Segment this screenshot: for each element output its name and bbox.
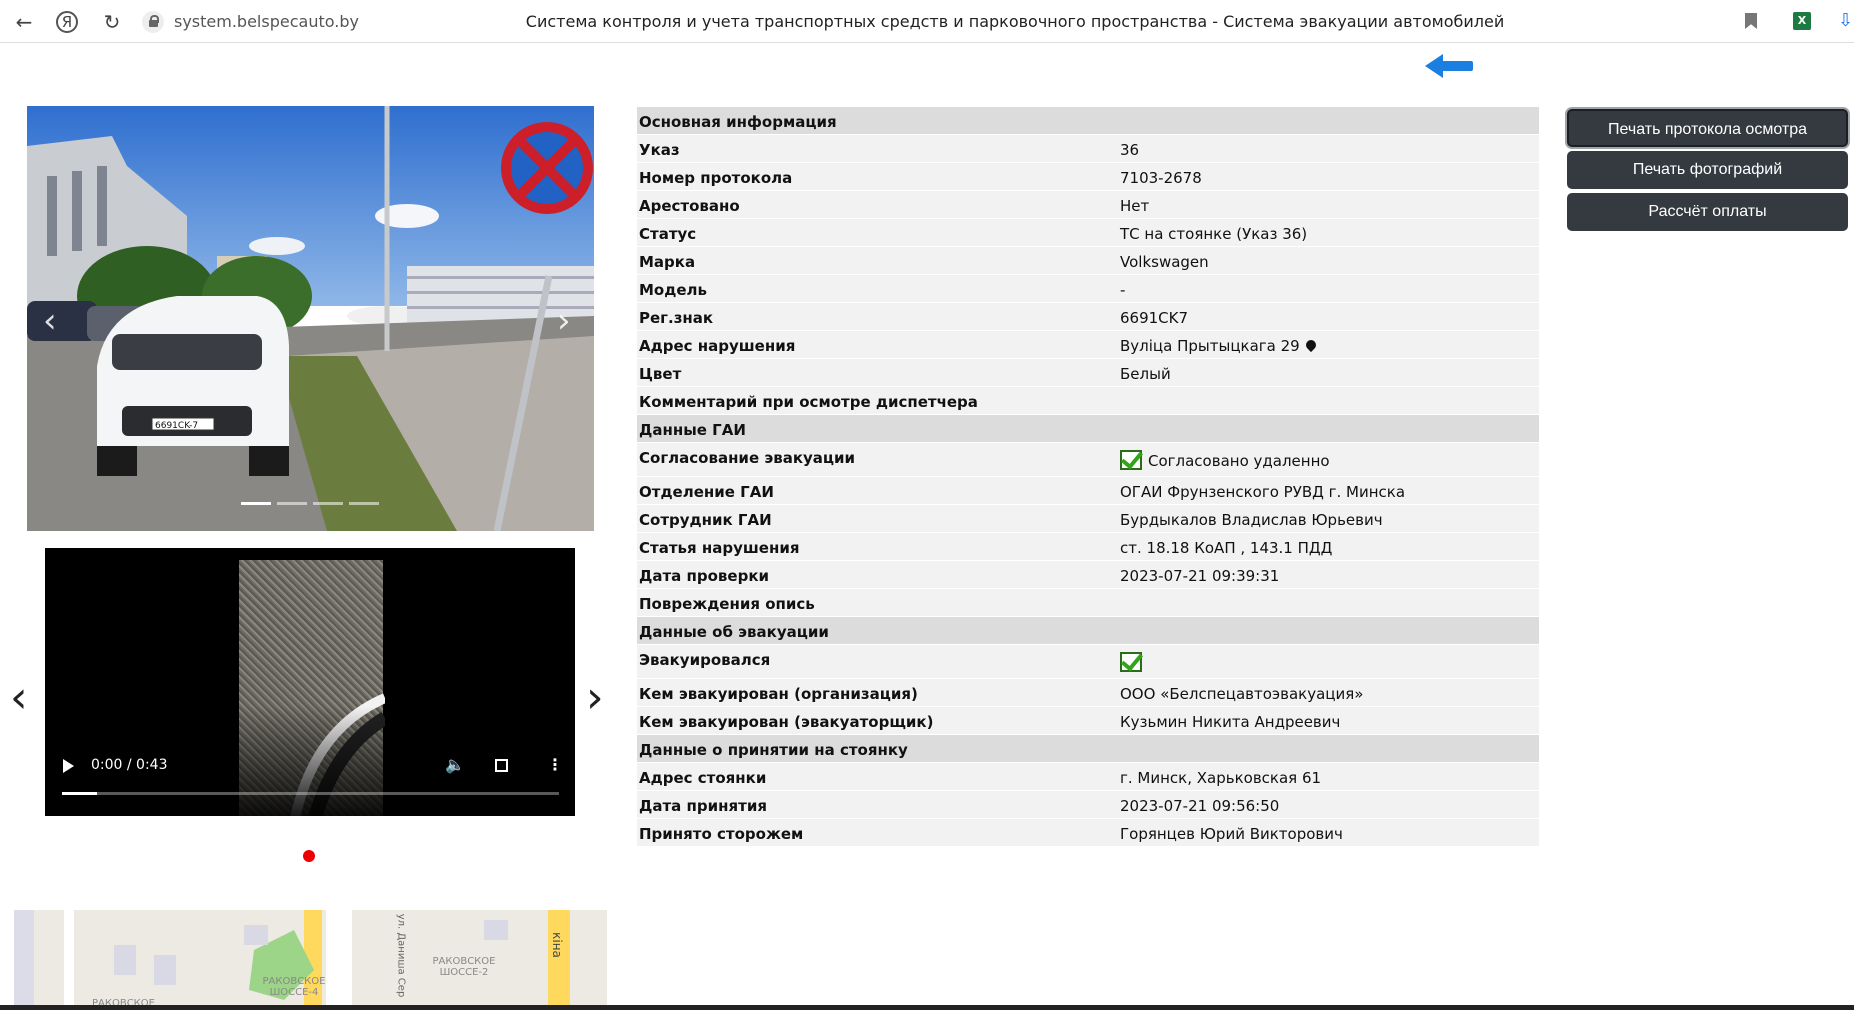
lock-icon[interactable]	[142, 11, 164, 33]
yandex-icon[interactable]: Я	[56, 11, 78, 33]
table-row: Принято сторожем Горянцев Юрий Викторович	[637, 818, 1539, 846]
table-row: Марка Volkswagen	[637, 246, 1539, 274]
print-protocol-button[interactable]: Печать протокола осмотра	[1567, 109, 1848, 147]
map-label: ул. Даниша Сер	[395, 913, 407, 998]
table-row: Повреждения опись	[637, 588, 1539, 616]
action-panel: Печать протокола осмотра Печать фотограф…	[1567, 109, 1848, 235]
video-indicator[interactable]	[303, 850, 315, 862]
video-player[interactable]: 0:00 / 0:43 🔈 ⋮	[45, 548, 575, 816]
checkmark-icon	[1120, 450, 1142, 470]
taskbar-edge	[0, 1005, 1854, 1010]
table-row: Дата проверки 2023-07-21 09:39:31	[637, 560, 1539, 588]
video-carousel: ‹ 0:00 / 0:43 🔈 ⋮ ›	[0, 548, 620, 868]
section-header: Данные об эвакуации	[637, 616, 1539, 644]
table-row: Указ 36	[637, 134, 1539, 162]
fullscreen-icon[interactable]	[495, 759, 508, 772]
table-row: Арестовано Нет	[637, 190, 1539, 218]
table-row: Модель -	[637, 274, 1539, 302]
vehicle-info-table: Основная информация Указ 36 Номер протоко…	[637, 106, 1539, 846]
section-header: Данные о принятии на стоянку	[637, 734, 1539, 762]
section-header: Основная информация	[637, 106, 1539, 134]
reload-icon[interactable]: ↻	[100, 10, 124, 34]
address-bar[interactable]: system.belspecauto.by	[174, 12, 359, 31]
table-row: Статья нарушения ст. 18.18 КоАП , 143.1 П…	[637, 532, 1539, 560]
table-row: Цвет Белый	[637, 358, 1539, 386]
download-icon[interactable]: ⇩	[1838, 10, 1853, 31]
table-row: Дата принятия 2023-07-21 09:56:50	[637, 790, 1539, 818]
section-header: Данные ГАИ	[637, 414, 1539, 442]
calculate-payment-button[interactable]: Рассчёт оплаты	[1567, 193, 1848, 231]
bookmark-icon[interactable]	[1745, 13, 1757, 29]
volume-icon[interactable]: 🔈	[445, 755, 465, 774]
browser-toolbar: ← Я ↻ system.belspecauto.by Система конт…	[0, 0, 1854, 43]
table-row: Адрес стоянки г. Минск, Харьковская 61	[637, 762, 1539, 790]
photo-indicator[interactable]	[313, 502, 343, 505]
car-photo: 6691CK-7	[27, 106, 594, 531]
checkmark-icon	[1120, 652, 1142, 672]
table-row: Сотрудник ГАИ Бурдыкалов Владислав Юрьеви…	[637, 504, 1539, 532]
table-row: Рег.знак 6691CK7	[637, 302, 1539, 330]
table-row: Кем эвакуирован (эвакуаторщик) Кузьмин Ни…	[637, 706, 1539, 734]
map-label: РАКОВСКОЕ ШОССЕ-2	[432, 956, 496, 978]
map-pin-icon[interactable]	[1303, 337, 1318, 353]
table-row: Адрес нарушения Вуліца Прытыцкага 29	[637, 330, 1539, 358]
photo-indicator[interactable]	[349, 502, 379, 505]
table-row: Эвакуировался	[637, 644, 1539, 678]
table-row: Согласование эвакуации Согласовано удален…	[637, 442, 1539, 476]
video-next-icon[interactable]: ›	[586, 676, 604, 720]
video-prev-icon[interactable]: ‹	[10, 676, 28, 720]
play-icon[interactable]	[63, 759, 74, 773]
photo-prev-icon[interactable]: ‹	[43, 304, 57, 338]
table-row: Отделение ГАИ ОГАИ Фрунзенского РУВД г. М…	[637, 476, 1539, 504]
photo-indicator[interactable]	[277, 502, 307, 505]
back-icon[interactable]: ←	[12, 10, 36, 34]
photo-next-icon[interactable]: ›	[557, 304, 571, 338]
violation-address-link[interactable]: Вуліца Прытыцкага 29	[1120, 337, 1300, 355]
map-label: РАКОВСКОЕ ШОССЕ-4	[262, 976, 326, 998]
photo-indicator[interactable]	[241, 502, 271, 505]
plate-text: 6691CK-7	[155, 421, 198, 431]
video-progress[interactable]	[62, 792, 559, 795]
more-options-icon[interactable]: ⋮	[547, 755, 563, 774]
page-title: Система контроля и учета транспортных ср…	[525, 12, 1505, 31]
excel-extension-icon[interactable]: X	[1793, 12, 1811, 30]
table-row: Комментарий при осмотре диспетчера	[637, 386, 1539, 414]
photo-carousel[interactable]: 6691CK-7 ‹ ›	[27, 106, 594, 531]
table-row: Номер протокола 7103-2678	[637, 162, 1539, 190]
print-photos-button[interactable]: Печать фотографий	[1567, 151, 1848, 189]
table-row: Кем эвакуирован (организация) ООО «Белспе…	[637, 678, 1539, 706]
table-row: Статус ТС на стоянке (Указ 36)	[637, 218, 1539, 246]
back-arrow-icon[interactable]	[1423, 52, 1473, 80]
map-label: кіна	[549, 932, 564, 958]
video-time: 0:00 / 0:43	[91, 757, 168, 773]
map[interactable]: РАКОВСКОЕ ШОССЕ-4 РАКОВСКОЕ ШОССЕ-2 РАКО…	[14, 910, 607, 1010]
